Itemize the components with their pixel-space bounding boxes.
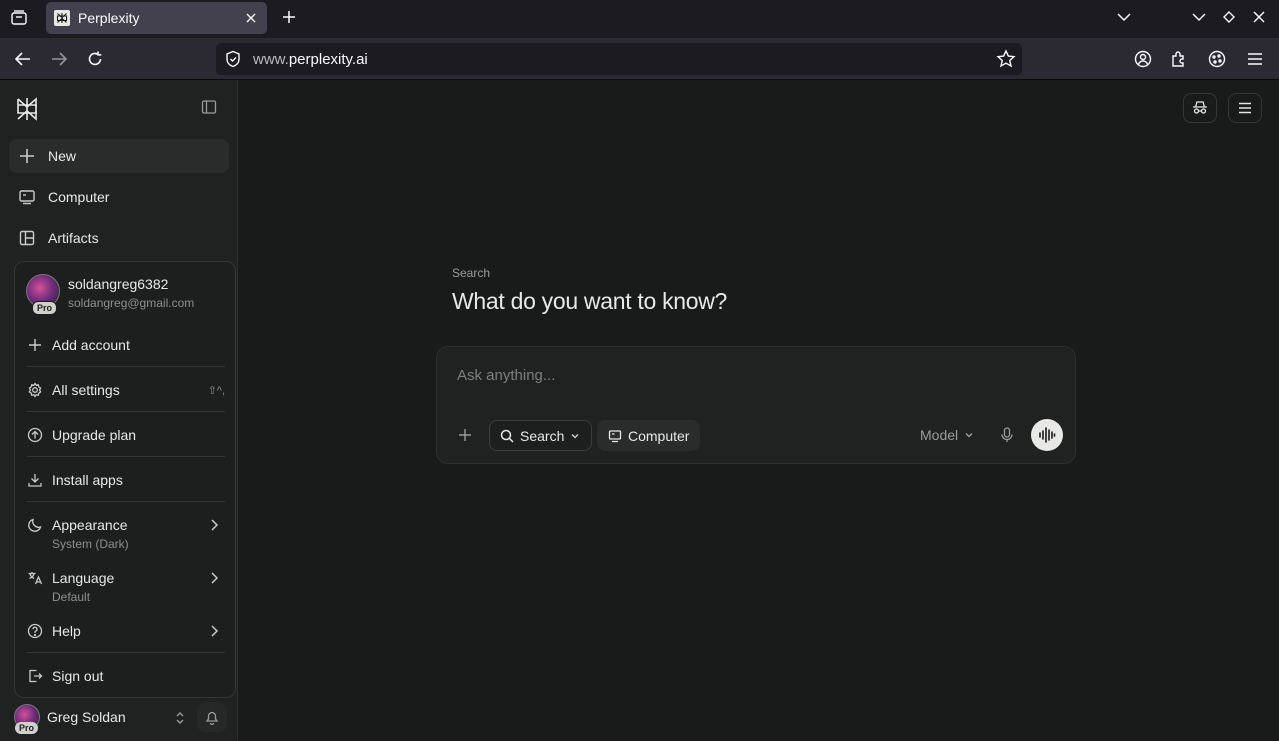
sidebar-collapse-icon[interactable] bbox=[201, 99, 221, 119]
menu-divider bbox=[27, 411, 225, 412]
user-menu-popover: Pro soldangreg6382 soldangreg@gmail.com … bbox=[14, 261, 236, 698]
user-email: soldangreg@gmail.com bbox=[68, 296, 195, 310]
new-tab-plus-icon[interactable] bbox=[279, 7, 299, 27]
sidebar: New Computer Artifacts Pro soldangreg638… bbox=[0, 80, 238, 741]
computer-icon bbox=[608, 429, 622, 443]
menu-divider bbox=[27, 366, 225, 367]
settings-shortcut: ⇧^, bbox=[207, 384, 225, 397]
chevron-right-icon bbox=[207, 624, 221, 638]
upgrade-arrow-icon bbox=[27, 427, 43, 443]
reload-icon[interactable] bbox=[85, 49, 105, 69]
tracking-shield-icon[interactable] bbox=[224, 50, 242, 68]
chevron-down-icon bbox=[963, 429, 975, 441]
perplexity-logo-icon[interactable] bbox=[15, 97, 39, 121]
add-account-menu-item[interactable]: Add account bbox=[27, 337, 225, 353]
bell-icon bbox=[205, 709, 219, 725]
notifications-button[interactable] bbox=[197, 702, 227, 732]
download-icon bbox=[27, 472, 43, 488]
chevron-up-down-icon[interactable] bbox=[173, 710, 187, 726]
extensions-icon[interactable] bbox=[1169, 49, 1189, 69]
tab-title: Perplexity bbox=[78, 10, 140, 26]
avatar: Pro bbox=[26, 274, 60, 315]
attach-plus-icon[interactable] bbox=[456, 426, 474, 444]
url-text: www.perplexity.ai bbox=[253, 50, 368, 68]
appearance-value: System (Dark) bbox=[52, 537, 129, 551]
pro-badge: Pro bbox=[15, 722, 39, 734]
microphone-icon[interactable] bbox=[999, 426, 1015, 444]
chevron-right-icon bbox=[207, 571, 221, 585]
audio-waveform-icon bbox=[1038, 427, 1056, 443]
language-menu-item[interactable]: Language Default bbox=[27, 570, 225, 604]
sidebar-item-label: Artifacts bbox=[48, 230, 99, 246]
ask-composer: Search Computer Model bbox=[436, 346, 1076, 464]
account-icon[interactable] bbox=[1133, 49, 1153, 69]
browser-tab-bar: Perplexity bbox=[0, 0, 1279, 38]
tab-list-icon[interactable] bbox=[7, 7, 31, 29]
hamburger-menu-icon bbox=[1238, 102, 1252, 114]
cookie-extension-icon[interactable] bbox=[1207, 49, 1227, 69]
search-icon bbox=[500, 429, 514, 443]
bookmark-star-icon[interactable] bbox=[996, 49, 1016, 69]
computer-icon bbox=[18, 188, 36, 206]
back-arrow-icon[interactable] bbox=[13, 49, 33, 69]
browser-tab-perplexity[interactable]: Perplexity bbox=[46, 2, 267, 34]
sidebar-item-label: New bbox=[48, 148, 77, 164]
upgrade-plan-menu-item[interactable]: Upgrade plan bbox=[27, 427, 225, 443]
sidebar-item-artifacts[interactable]: Artifacts bbox=[9, 221, 229, 255]
browser-nav-bar: www.perplexity.ai bbox=[0, 38, 1279, 80]
main-menu-button[interactable] bbox=[1228, 93, 1262, 123]
list-all-tabs-chevron-icon[interactable] bbox=[1115, 8, 1133, 26]
incognito-button[interactable] bbox=[1183, 93, 1217, 123]
sidebar-account-footer[interactable]: Pro Greg Soldan bbox=[0, 698, 238, 741]
close-tab-icon[interactable] bbox=[243, 10, 259, 26]
model-selector[interactable]: Model bbox=[920, 427, 975, 443]
moon-icon bbox=[27, 517, 43, 533]
user-profile-header[interactable]: Pro soldangreg6382 soldangreg@gmail.com bbox=[26, 274, 226, 318]
menu-divider bbox=[27, 652, 225, 653]
sidebar-item-computer[interactable]: Computer bbox=[9, 180, 229, 214]
computer-mode-button[interactable]: Computer bbox=[597, 420, 701, 451]
incognito-icon bbox=[1191, 100, 1209, 116]
menu-divider bbox=[27, 456, 225, 457]
menu-divider bbox=[27, 501, 225, 502]
artifacts-icon bbox=[18, 229, 36, 247]
url-bar[interactable]: www.perplexity.ai bbox=[216, 43, 1022, 75]
help-icon bbox=[27, 623, 43, 639]
appearance-menu-item[interactable]: Appearance System (Dark) bbox=[27, 517, 225, 551]
language-value: Default bbox=[52, 590, 91, 604]
pro-badge: Pro bbox=[32, 301, 58, 315]
plus-icon bbox=[27, 337, 43, 353]
perplexity-favicon-icon bbox=[54, 10, 70, 26]
sidebar-item-new[interactable]: New bbox=[9, 139, 229, 173]
minimize-icon[interactable] bbox=[1190, 8, 1208, 26]
perplexity-app: New Computer Artifacts Pro soldangreg638… bbox=[0, 80, 1279, 741]
maximize-icon[interactable] bbox=[1220, 8, 1238, 26]
page-title: What do you want to know? bbox=[452, 288, 728, 314]
voice-mode-button[interactable] bbox=[1031, 419, 1063, 451]
gear-icon bbox=[27, 382, 43, 398]
username: soldangreg6382 bbox=[68, 276, 169, 292]
close-window-icon[interactable] bbox=[1250, 8, 1268, 26]
forward-arrow-icon[interactable] bbox=[49, 49, 69, 69]
search-mode-button[interactable]: Search bbox=[489, 420, 593, 451]
chevron-down-icon bbox=[569, 430, 581, 442]
sign-out-menu-item[interactable]: Sign out bbox=[27, 668, 225, 684]
account-name: Greg Soldan bbox=[47, 709, 126, 725]
ask-input[interactable] bbox=[457, 367, 1047, 384]
hamburger-menu-icon[interactable] bbox=[1245, 49, 1265, 69]
all-settings-menu-item[interactable]: All settings ⇧^, bbox=[27, 382, 225, 398]
plus-icon bbox=[18, 147, 36, 165]
language-icon bbox=[27, 570, 43, 586]
sign-out-icon bbox=[27, 668, 43, 684]
install-apps-menu-item[interactable]: Install apps bbox=[27, 472, 225, 488]
mode-label: Search bbox=[452, 266, 491, 280]
help-menu-item[interactable]: Help bbox=[27, 623, 225, 639]
chevron-right-icon bbox=[207, 518, 221, 532]
sidebar-item-label: Computer bbox=[48, 189, 110, 205]
